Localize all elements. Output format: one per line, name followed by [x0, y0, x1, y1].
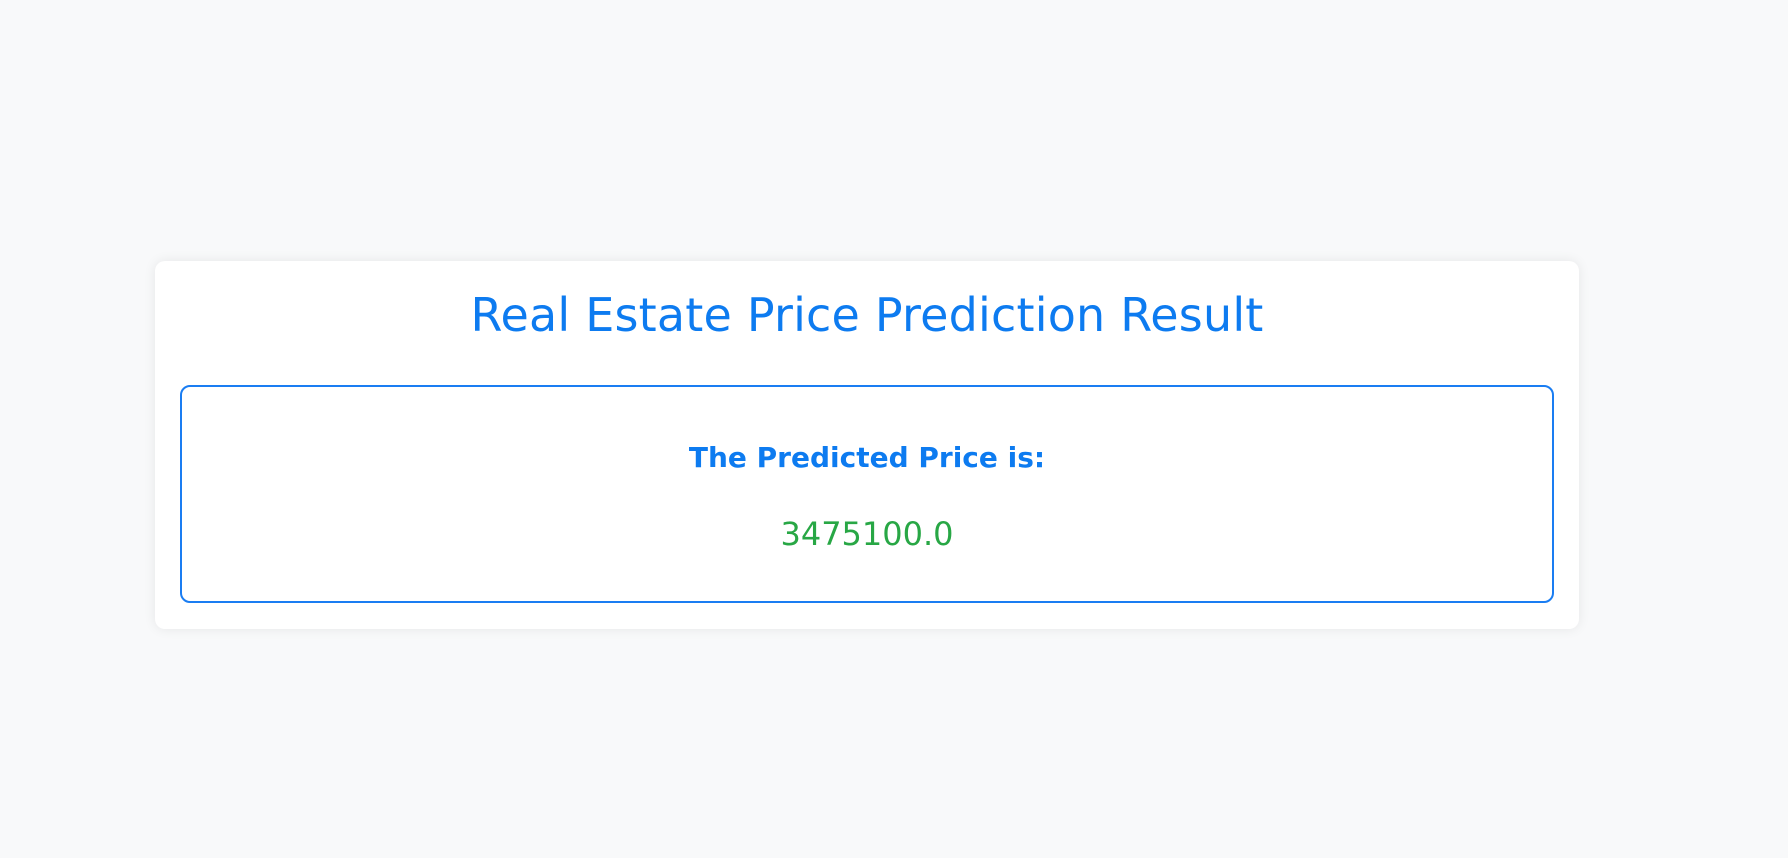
result-card: Real Estate Price Prediction Result The …: [155, 261, 1579, 629]
predicted-price-label: The Predicted Price is:: [688, 441, 1046, 474]
prediction-result-box: The Predicted Price is: 3475100.0: [180, 385, 1554, 603]
predicted-price-value: 3475100.0: [780, 515, 954, 553]
page-title: Real Estate Price Prediction Result: [470, 288, 1264, 342]
